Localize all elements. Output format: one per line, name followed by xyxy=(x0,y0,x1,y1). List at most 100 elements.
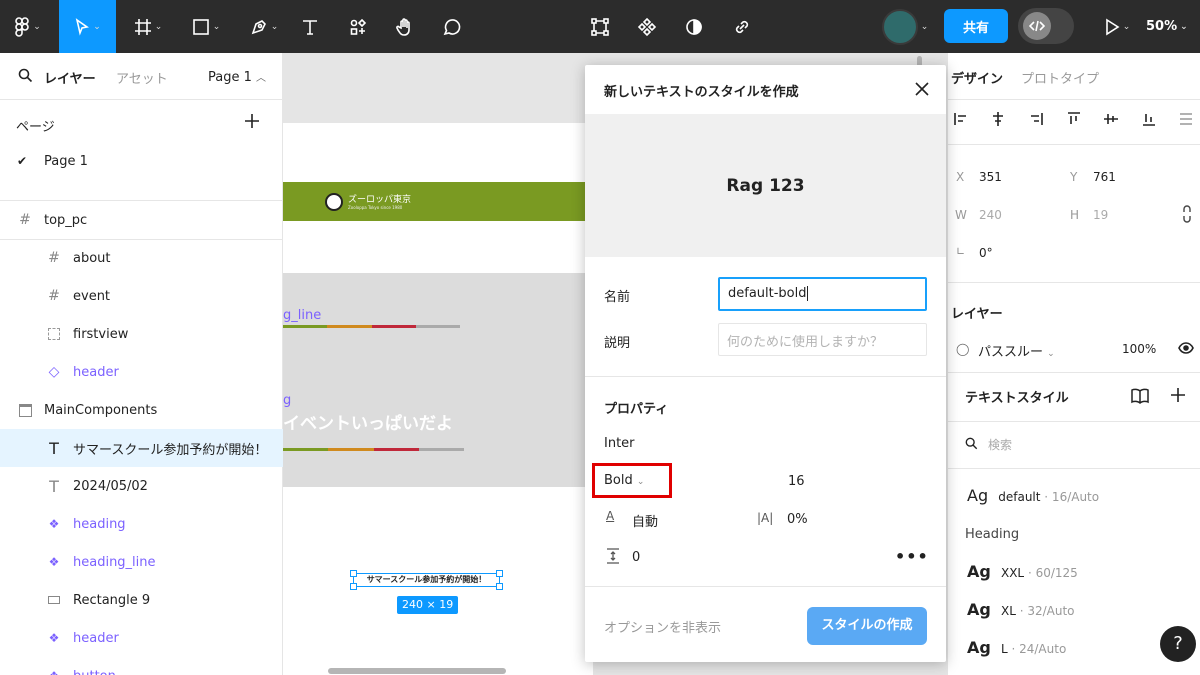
dev-mode-toggle[interactable] xyxy=(1018,8,1074,44)
library-icon[interactable] xyxy=(1130,388,1150,404)
font-family-select[interactable]: Inter xyxy=(604,436,635,451)
layer-row[interactable]: ❖ heading_line xyxy=(0,543,283,581)
style-search-input[interactable]: 検索 xyxy=(988,436,1012,453)
resources-button[interactable] xyxy=(340,0,376,53)
plus-icon xyxy=(245,114,259,128)
search-layers-button[interactable] xyxy=(18,68,33,87)
blend-mode-label: パススルー xyxy=(978,345,1044,360)
comment-tool-button[interactable] xyxy=(434,0,470,53)
y-input[interactable]: 761 xyxy=(1093,170,1116,184)
more-options-button[interactable]: ••• xyxy=(895,547,929,566)
name-input[interactable]: default-bold xyxy=(718,277,927,311)
layer-row[interactable]: firstview xyxy=(0,315,283,353)
layer-row[interactable]: # event xyxy=(0,277,283,315)
add-page-button[interactable] xyxy=(244,113,260,133)
text-tool-button[interactable] xyxy=(292,0,328,53)
frame-icon: # xyxy=(48,250,60,266)
layer-row[interactable]: T 2024/05/02 xyxy=(0,467,283,505)
align-center-v-icon[interactable] xyxy=(1103,111,1119,127)
hide-options-link[interactable]: オプションを非表示 xyxy=(604,617,721,636)
name-input-value: default-bold xyxy=(728,286,807,301)
align-bottom-icon[interactable] xyxy=(1141,111,1157,127)
selection-handle[interactable] xyxy=(350,570,357,577)
selected-text-layer[interactable]: サマースクール参加予約が開始！ xyxy=(350,570,503,590)
h-input[interactable]: 19 xyxy=(1093,208,1108,222)
layer-label: about xyxy=(73,250,111,266)
text-icon xyxy=(303,19,317,35)
pen-tool-button[interactable]: ⌄ xyxy=(238,0,290,53)
layer-row[interactable]: # top_pc xyxy=(0,201,283,239)
tab-prototype[interactable]: プロトタイプ xyxy=(1021,68,1099,87)
help-button[interactable]: ? xyxy=(1160,626,1196,662)
component-button[interactable] xyxy=(582,0,618,53)
w-input[interactable]: 240 xyxy=(979,208,1002,222)
event-heading: イベントいっぱいだよ xyxy=(283,414,453,434)
selection-handle[interactable] xyxy=(350,583,357,590)
multiplayer-avatar[interactable]: ⌄ xyxy=(874,0,936,53)
line-height-input[interactable]: 自動 xyxy=(632,511,658,530)
x-input[interactable]: 351 xyxy=(979,170,1002,184)
font-weight-label: Bold xyxy=(604,473,633,488)
close-icon[interactable] xyxy=(915,82,929,96)
contrast-icon xyxy=(686,18,702,35)
align-top-icon[interactable] xyxy=(1066,111,1082,127)
link-button[interactable] xyxy=(724,0,760,53)
layer-row[interactable]: ❖ button xyxy=(0,657,283,675)
text-style-item[interactable]: Ag XL · 32/Auto xyxy=(967,600,1197,619)
layer-heading: レイヤー xyxy=(951,307,1003,322)
eye-icon[interactable] xyxy=(1178,342,1194,354)
present-button[interactable]: ⌄ xyxy=(1094,0,1140,53)
horizontal-scrollbar[interactable] xyxy=(328,668,506,674)
paragraph-spacing-input[interactable]: 0 xyxy=(632,550,640,565)
header-banner[interactable]: ズーロッパ東京 Zooloppa Tokyo since 1980 xyxy=(283,182,593,221)
tab-design[interactable]: デザイン xyxy=(951,68,1003,87)
event-section[interactable]: g_line g イベントいっぱいだよ xyxy=(283,273,593,487)
figma-logo-icon xyxy=(15,16,30,37)
frame-tool-button[interactable]: ⌄ xyxy=(122,0,174,53)
hand-tool-button[interactable] xyxy=(387,0,423,53)
constrain-proportions-icon[interactable] xyxy=(1181,205,1193,223)
layer-row[interactable]: Rectangle 9 xyxy=(0,581,283,619)
text-style-item[interactable]: Ag default · 16/Auto xyxy=(967,486,1197,505)
style-preview-glyph: Ag xyxy=(967,600,991,619)
text-icon: T xyxy=(49,438,59,458)
text-style-item[interactable]: Ag XXL · 60/125 xyxy=(967,562,1197,581)
rotation-input[interactable]: 0° xyxy=(979,246,993,260)
share-button[interactable]: 共有 xyxy=(944,9,1008,43)
move-tool-button[interactable]: ⌄ xyxy=(59,0,116,53)
create-style-button[interactable]: スタイルの作成 xyxy=(807,607,927,645)
page-item[interactable]: ✔ Page 1 xyxy=(0,145,283,179)
page-selector[interactable]: Page 1 ︿ xyxy=(208,69,266,85)
distribute-icon[interactable] xyxy=(1178,111,1194,127)
description-input[interactable]: 何のために使用しますか？ xyxy=(718,323,927,356)
layer-row-selected[interactable]: T サマースクール参加予約が開始！ xyxy=(0,429,283,467)
shape-tool-button[interactable]: ⌄ xyxy=(180,0,232,53)
description-placeholder: 何のために使用しますか？ xyxy=(727,335,884,350)
align-center-h-icon[interactable] xyxy=(990,111,1006,127)
mask-button[interactable] xyxy=(676,0,712,53)
style-preview-glyph: Ag xyxy=(967,486,989,505)
letter-spacing-input[interactable]: 0% xyxy=(787,512,808,527)
opacity-input[interactable]: 100% xyxy=(1122,342,1156,356)
layer-row[interactable]: ◇ header xyxy=(0,353,283,391)
font-size-input[interactable]: 16 xyxy=(788,474,805,489)
selection-handle[interactable] xyxy=(496,570,503,577)
main-menu-button[interactable]: ⌄ xyxy=(0,0,55,53)
align-right-icon[interactable] xyxy=(1028,111,1044,127)
layer-row[interactable]: # about xyxy=(0,239,283,277)
blend-mode-select[interactable]: パススルー ⌄ xyxy=(978,341,1055,360)
text-style-item[interactable]: Ag L · 24/Auto xyxy=(967,638,1137,657)
create-component-button[interactable] xyxy=(629,0,665,53)
chevron-down-icon: ⌄ xyxy=(154,21,163,32)
zoom-menu[interactable]: 50% ⌄ xyxy=(1146,0,1200,53)
align-left-icon[interactable] xyxy=(953,111,969,127)
tab-layers[interactable]: レイヤー xyxy=(44,68,96,87)
plus-icon[interactable] xyxy=(1170,387,1186,403)
layer-row[interactable]: ❖ heading xyxy=(0,505,283,543)
style-meta: · 60/125 xyxy=(1024,566,1078,580)
selection-handle[interactable] xyxy=(496,583,503,590)
layer-row[interactable]: ❖ header xyxy=(0,619,283,657)
tab-assets[interactable]: アセット xyxy=(116,68,168,87)
layer-row[interactable]: MainComponents xyxy=(0,391,283,429)
font-weight-select[interactable]: Bold ⌄ xyxy=(592,463,672,498)
